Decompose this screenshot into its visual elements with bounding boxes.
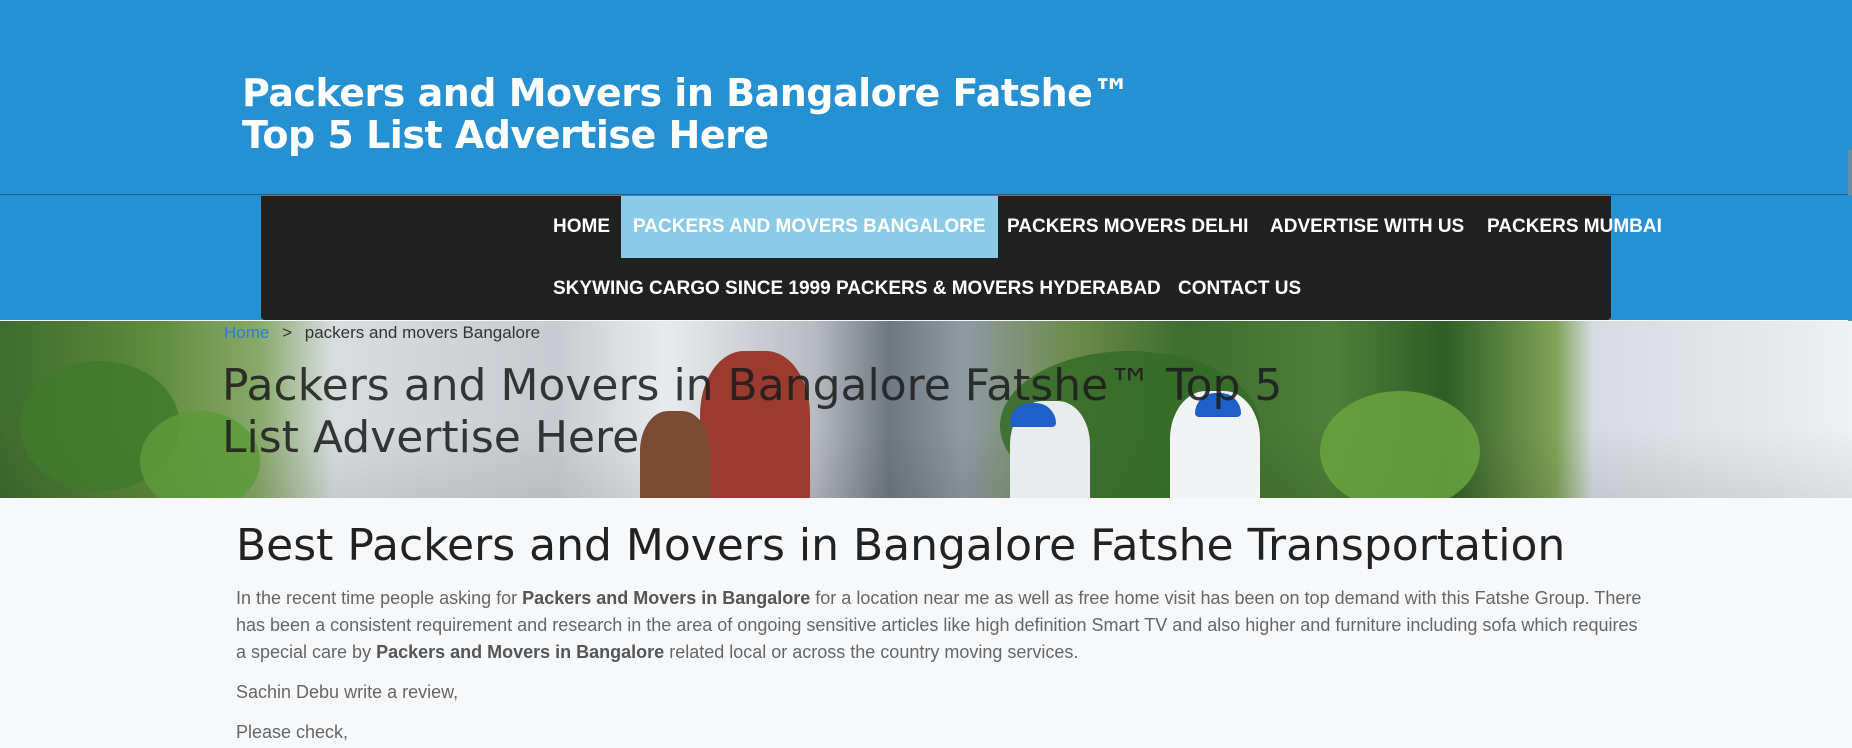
breadcrumb-home-link[interactable]: Home bbox=[224, 323, 269, 342]
main-navigation: HOME PACKERS AND MOVERS BANGALORE PACKER… bbox=[261, 196, 1662, 320]
site-title[interactable]: Packers and Movers in Bangalore Fatshe™ … bbox=[242, 72, 1182, 156]
intro-text-3: related local or across the country movi… bbox=[664, 642, 1079, 662]
nav-item-skywing-cargo[interactable]: SKYWING CARGO SINCE 1999 PACKERS & MOVER… bbox=[541, 258, 1173, 320]
foliage-right bbox=[1320, 391, 1480, 498]
review-paragraph: Sachin Debu write a review, bbox=[236, 682, 459, 702]
nav-item-advertise-with-us[interactable]: ADVERTISE WITH US bbox=[1258, 196, 1476, 258]
breadcrumb-current: packers and movers Bangalore bbox=[304, 323, 541, 342]
intro-keyword-1: Packers and Movers in Bangalore bbox=[522, 588, 811, 608]
intro-keyword-2: Packers and Movers in Bangalore bbox=[376, 642, 665, 662]
check-paragraph: Please check, bbox=[236, 722, 349, 742]
breadcrumb-separator: > bbox=[282, 323, 293, 342]
intro-text-1: In the recent time people asking for bbox=[236, 588, 523, 608]
site-header: Packers and Movers in Bangalore Fatshe™ … bbox=[0, 0, 1852, 195]
nav-item-packers-movers-delhi[interactable]: PACKERS MOVERS DELHI bbox=[995, 196, 1260, 258]
hero-title: Packers and Movers in Bangalore Fatshe™ … bbox=[222, 360, 1283, 463]
nav-item-contact-us[interactable]: CONTACT US bbox=[1166, 258, 1313, 320]
breadcrumb: Home > packers and movers Bangalore bbox=[224, 323, 540, 343]
nav-item-packers-mumbai[interactable]: PACKERS MUMBAI bbox=[1475, 196, 1674, 258]
nav-item-home[interactable]: HOME bbox=[541, 196, 622, 258]
intro-paragraph: In the recent time people asking for Pac… bbox=[236, 585, 1646, 666]
content-heading: Best Packers and Movers in Bangalore Fat… bbox=[236, 520, 1566, 571]
nav-item-packers-movers-bangalore[interactable]: PACKERS AND MOVERS BANGALORE bbox=[621, 196, 998, 258]
